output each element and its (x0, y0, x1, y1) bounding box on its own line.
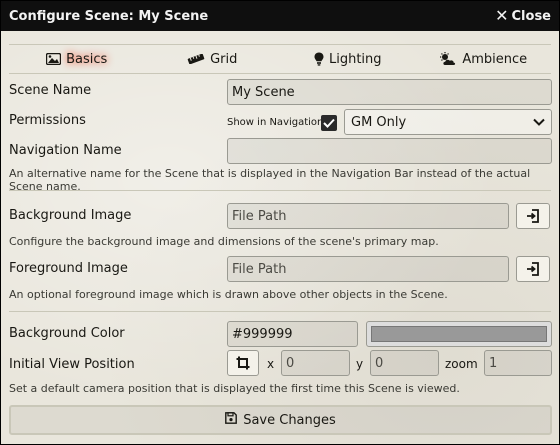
show-in-navigation-checkbox[interactable] (321, 115, 337, 131)
tab-label: Grid (210, 51, 238, 67)
view-x-input[interactable] (281, 350, 350, 376)
capture-view-button[interactable] (227, 350, 259, 376)
view-zoom-input[interactable] (484, 350, 552, 376)
view-y-input[interactable] (370, 350, 439, 376)
initial-view-label: Initial View Position (9, 357, 135, 372)
close-icon: ✕ (495, 6, 509, 25)
tab-label: Lighting (328, 51, 382, 67)
image-icon (46, 53, 62, 65)
checkmark-icon (323, 118, 335, 128)
permissions-label: Permissions (9, 113, 86, 128)
close-label: Close (511, 8, 551, 24)
background-color-input[interactable] (227, 321, 358, 347)
scene-name-label: Scene Name (9, 83, 92, 98)
show-in-navigation-label: Show in Navigation (227, 117, 324, 128)
foreground-image-file-picker-button[interactable] (516, 256, 550, 282)
save-changes-button[interactable]: Save Changes (9, 405, 552, 435)
close-button[interactable]: ✕ Close (495, 8, 551, 24)
tab-lighting[interactable]: Lighting (280, 52, 416, 67)
window-titlebar[interactable]: Configure Scene: My Scene ✕ Close (1, 1, 559, 31)
window-title: Configure Scene: My Scene (9, 8, 209, 24)
background-color-swatch[interactable] (366, 321, 552, 347)
background-image-file-picker-button[interactable] (516, 203, 550, 229)
chevron-down-icon (533, 115, 545, 130)
color-swatch-fill (371, 326, 547, 342)
initial-view-hint: Set a default camera position that is di… (9, 382, 460, 395)
background-color-label: Background Color (9, 326, 125, 341)
section-divider (9, 311, 551, 312)
x-label: x (267, 357, 275, 371)
save-label: Save Changes (243, 412, 336, 428)
save-icon (225, 412, 238, 428)
foreground-image-label: Foreground Image (9, 261, 128, 276)
navigation-name-label: Navigation Name (9, 143, 122, 158)
permissions-selected-value: GM Only (351, 114, 407, 130)
permissions-select[interactable]: GM Only (344, 109, 552, 135)
foreground-image-hint: An optional foreground image which is dr… (9, 288, 448, 301)
tab-grid[interactable]: Grid (145, 52, 281, 67)
file-import-icon (527, 209, 539, 223)
scene-name-input[interactable] (227, 79, 552, 105)
ruler-icon (187, 54, 205, 64)
tab-ambience[interactable]: Ambience (416, 52, 552, 67)
tab-label: Basics (66, 51, 108, 67)
scene-config-window: Configure Scene: My Scene ✕ Close Basics… (0, 0, 560, 445)
background-image-path-input[interactable] (227, 203, 509, 229)
foreground-image-path-input[interactable] (227, 256, 509, 282)
crop-icon (236, 356, 250, 370)
zoom-label: zoom (445, 357, 478, 371)
background-image-label: Background Image (9, 208, 132, 223)
section-divider (9, 190, 551, 191)
cloud-sun-icon (439, 52, 457, 66)
y-label: y (356, 357, 364, 371)
navigation-name-input[interactable] (227, 138, 552, 164)
tab-label: Ambience (462, 51, 528, 67)
background-image-hint: Configure the background image and dimen… (9, 235, 439, 248)
file-import-icon (527, 262, 539, 276)
config-tabs: Basics Grid Lighting Ambience (9, 44, 551, 74)
tab-basics[interactable]: Basics (9, 52, 145, 67)
lightbulb-icon (314, 52, 324, 66)
